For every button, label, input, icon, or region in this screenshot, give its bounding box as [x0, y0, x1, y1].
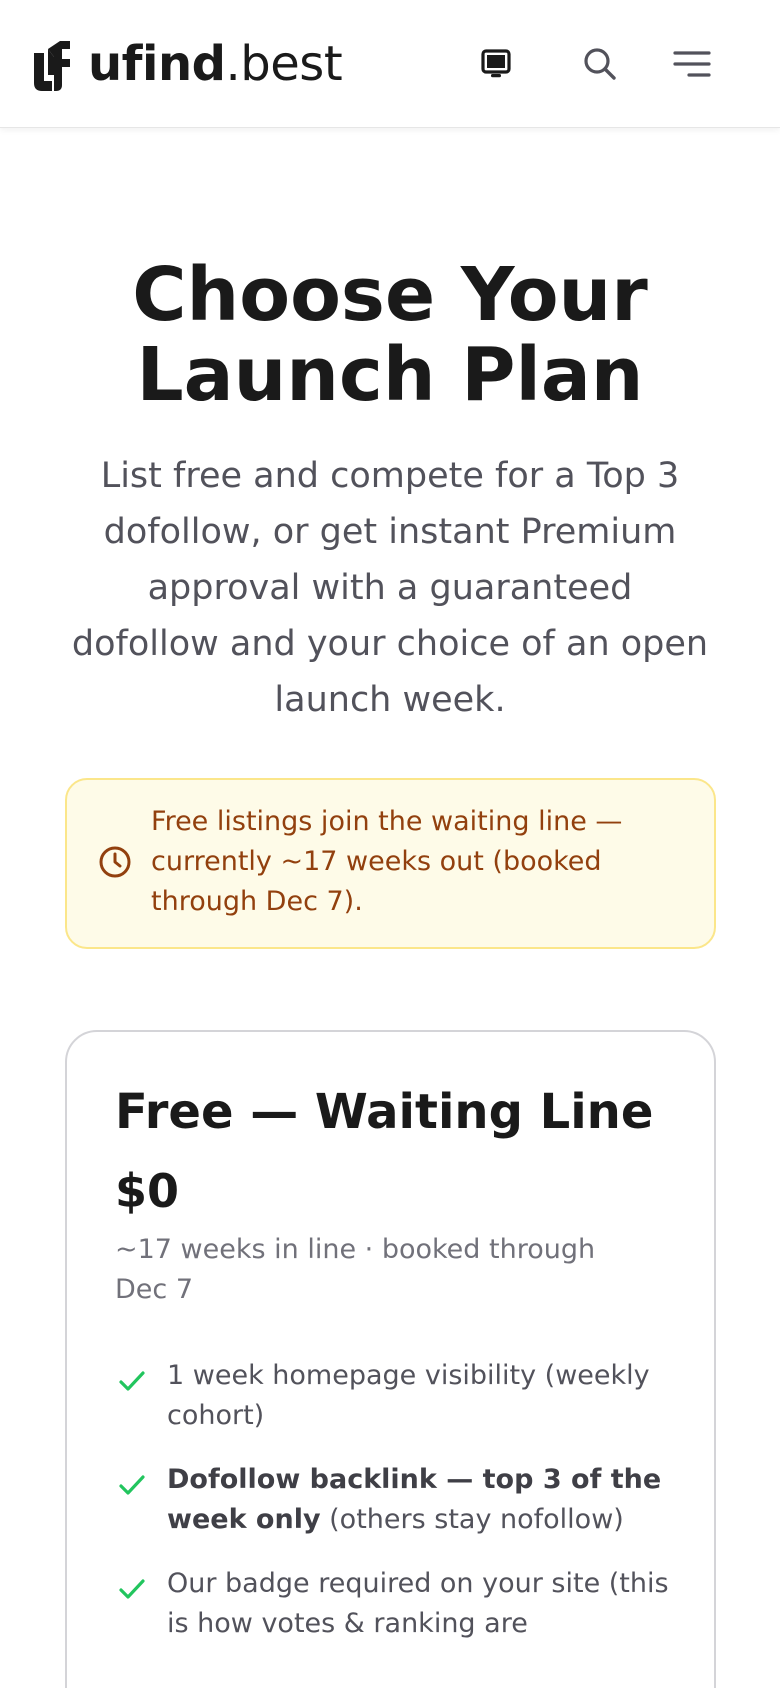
notice-text: Free listings join the waiting line — cu… — [151, 806, 623, 917]
feature-text: Our badge required on your site (this is… — [167, 1568, 669, 1639]
check-icon — [119, 1475, 145, 1495]
plan-features: 1 week homepage visibility (weekly cohor… — [115, 1356, 675, 1668]
brand-name: ufind.best — [88, 36, 343, 92]
site-header: ufind.best — [0, 0, 780, 128]
feature-text: 1 week homepage visibility (weekly cohor… — [167, 1360, 650, 1431]
plan-card-free: Free — Waiting Line $0 ~17 weeks in line… — [65, 1030, 716, 1688]
feature-item: Our badge required on your site (this is… — [115, 1564, 675, 1644]
menu-button[interactable] — [668, 40, 716, 88]
feature-item: 1 week homepage visibility (weekly cohor… — [115, 1356, 675, 1436]
site-logo[interactable]: ufind.best — [30, 34, 343, 94]
plan-meta: ~17 weeks in line · booked through Dec 7 — [115, 1234, 596, 1305]
check-icon — [119, 1579, 145, 1599]
check-icon — [119, 1371, 145, 1391]
feature-text: (others stay nofollow) — [320, 1504, 624, 1535]
menu-icon — [673, 51, 711, 77]
monitor-icon — [481, 49, 511, 78]
clock-icon — [99, 846, 131, 878]
brand-logo-icon — [34, 41, 70, 91]
search-icon — [584, 48, 616, 80]
waiting-line-notice: Free listings join the waiting line — cu… — [65, 778, 716, 949]
page-title: Choose Your Launch Plan — [132, 252, 648, 418]
page-subtitle: List free and compete for a Top 3 dofoll… — [71, 456, 709, 720]
search-button[interactable] — [576, 40, 624, 88]
theme-toggle-button[interactable] — [472, 40, 520, 88]
plan-price: $0 — [115, 1164, 180, 1218]
feature-item: Dofollow backlink — top 3 of the week on… — [115, 1460, 675, 1540]
plan-name: Free — Waiting Line — [115, 1084, 654, 1140]
